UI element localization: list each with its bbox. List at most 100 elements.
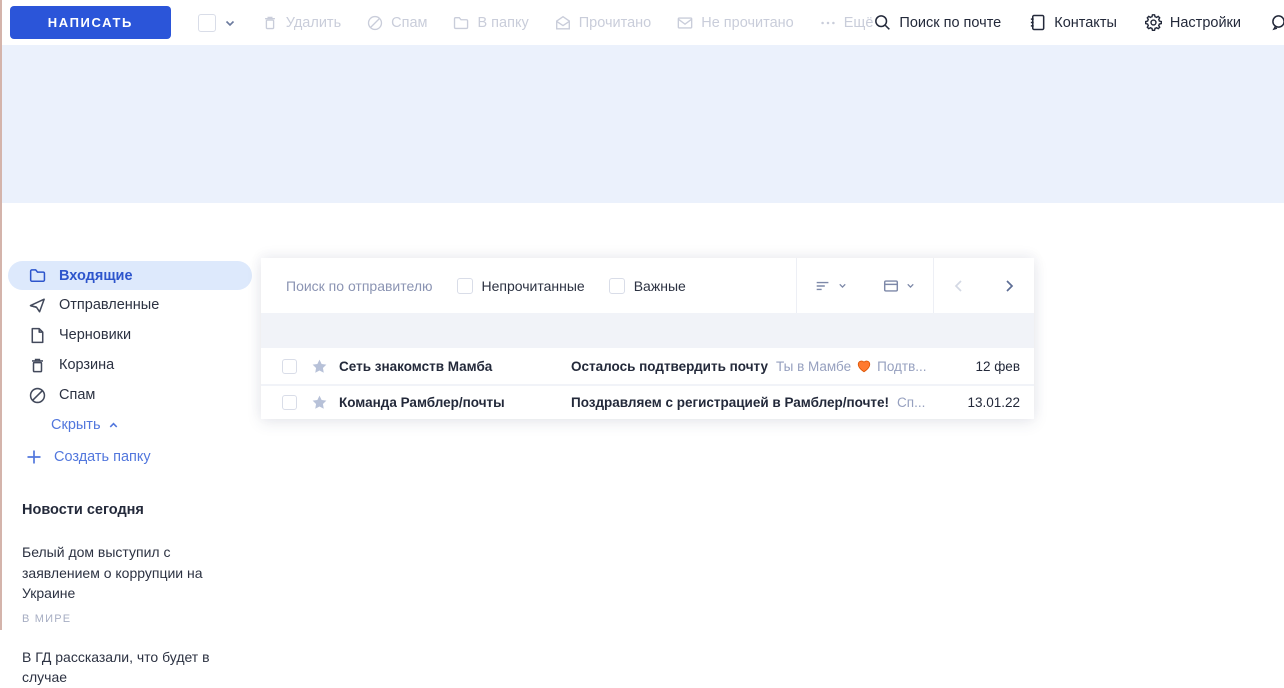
select-all-control[interactable]	[197, 13, 237, 32]
news-headline[interactable]: В ГД рассказали, что будет в случае	[22, 647, 242, 688]
important-checkbox[interactable]	[608, 277, 625, 294]
sidebar-item-label: Черновики	[59, 327, 132, 343]
heart-icon	[856, 358, 872, 374]
mark-unread-button[interactable]: Не прочитано	[676, 14, 794, 32]
view-layout-button[interactable]	[865, 258, 933, 313]
prev-page-button[interactable]	[934, 258, 984, 313]
news-headline[interactable]: Белый дом выступил с заявлением о корруп…	[22, 542, 242, 604]
hide-folders-link[interactable]: Скрыть	[0, 410, 260, 440]
list-controls	[796, 258, 1034, 313]
mail-list-panel: Поиск по отправителю Непрочитанные Важны…	[261, 258, 1034, 419]
filter-important[interactable]: Важные	[608, 277, 686, 294]
contacts-button[interactable]: Контакты	[1028, 13, 1117, 32]
chevron-left-icon	[951, 278, 967, 294]
hints-button[interactable]	[1268, 12, 1284, 34]
create-folder-button[interactable]: Создать папку	[0, 442, 260, 472]
folder-icon	[452, 14, 470, 32]
news-item[interactable]: В ГД рассказали, что будет в случае	[22, 647, 260, 688]
news-title: Новости сегодня	[22, 502, 144, 518]
snippet-text: Ты в Мамбе	[775, 358, 852, 374]
collapsed-banner-row	[261, 313, 1034, 348]
more-button[interactable]: Ещё	[819, 14, 873, 32]
mail-filter-bar: Поиск по отправителю Непрочитанные Важны…	[261, 258, 1034, 313]
trash-icon	[28, 356, 47, 375]
email-subject: Поздравляем с регистрацией в Рамблер/поч…	[571, 395, 890, 410]
sidebar-item-label: Входящие	[59, 267, 133, 284]
envelope-open-icon	[554, 14, 572, 32]
mark-read-button[interactable]: Прочитано	[554, 14, 652, 32]
important-label: Важные	[633, 277, 686, 294]
envelope-closed-icon	[676, 14, 694, 32]
search-mail-button[interactable]: Поиск по почте	[873, 13, 1001, 32]
search-mail-label: Поиск по почте	[899, 14, 1002, 31]
toolbar-actions: Удалить Спам В папку Прочитано Не прочит…	[261, 14, 873, 32]
sidebar-item-label: Отправленные	[59, 297, 160, 313]
email-checkbox-wrap[interactable]	[282, 395, 297, 410]
mark-unread-label: Не прочитано	[701, 14, 794, 31]
mark-read-label: Прочитано	[578, 14, 652, 31]
plus-icon	[24, 447, 44, 467]
email-summary: Осталось подтвердить почту Ты в Мамбе По…	[571, 358, 963, 374]
sidebar-item-drafts[interactable]: Черновики	[0, 320, 260, 350]
search-by-sender-field[interactable]: Поиск по отправителю	[286, 278, 433, 294]
select-all-checkbox[interactable]	[197, 13, 216, 32]
delete-label: Удалить	[285, 14, 342, 31]
gear-icon	[1144, 13, 1163, 32]
email-date: 13.01.22	[967, 395, 1020, 410]
email-subject: Осталось подтвердить почту	[571, 358, 768, 374]
folder-icon	[28, 266, 47, 285]
news-widget: Новости сегодня Белый дом выступил с зая…	[0, 502, 260, 688]
move-to-folder-button[interactable]: В папку	[452, 14, 529, 32]
move-to-folder-label: В папку	[477, 14, 529, 31]
snippet-text: Сп...	[897, 395, 926, 410]
folder-sidebar: Входящие Отправленные Черновики Корзина …	[0, 258, 260, 688]
contacts-icon	[1028, 13, 1047, 32]
star-icon[interactable]	[311, 394, 328, 411]
spam-icon	[28, 386, 47, 405]
sidebar-item-spam[interactable]: Спам	[0, 380, 260, 410]
snippet-text: Подтв...	[877, 358, 927, 374]
email-checkbox[interactable]	[282, 358, 297, 374]
hide-folders-label: Скрыть	[51, 417, 101, 433]
filter-unread[interactable]: Непрочитанные	[456, 277, 585, 294]
email-snippet: Сп...	[897, 395, 925, 410]
sidebar-item-sent[interactable]: Отправленные	[0, 290, 260, 320]
email-row[interactable]: Сеть знакомств Мамба Осталось подтвердит…	[261, 348, 1034, 384]
top-toolbar: НАПИСАТЬ Удалить Спам В папку Прочитано …	[0, 0, 1284, 45]
settings-button[interactable]: Настройки	[1144, 13, 1241, 32]
sort-button[interactable]	[797, 258, 865, 313]
email-checkbox-wrap[interactable]	[282, 358, 297, 374]
delete-button[interactable]: Удалить	[261, 14, 341, 32]
spam-icon	[366, 14, 384, 32]
spam-button[interactable]: Спам	[366, 14, 427, 32]
unread-label: Непрочитанные	[481, 277, 585, 294]
promo-banner	[0, 45, 1284, 203]
email-date: 12 фев	[975, 358, 1020, 374]
sidebar-item-label: Корзина	[59, 357, 115, 373]
chevron-down-icon	[837, 280, 848, 291]
chevron-right-icon	[1001, 278, 1017, 294]
lightbulb-icon	[1268, 12, 1284, 34]
news-item[interactable]: Белый дом выступил с заявлением о корруп…	[22, 542, 260, 625]
email-row[interactable]: Команда Рамблер/почты Поздравляем с реги…	[261, 384, 1034, 419]
create-folder-label: Создать папку	[54, 449, 151, 465]
star-icon[interactable]	[311, 358, 328, 375]
search-icon	[873, 13, 892, 32]
compose-button[interactable]: НАПИСАТЬ	[10, 6, 171, 39]
email-snippet: Ты в Мамбе Подтв...	[776, 358, 927, 374]
sort-lines-icon	[814, 277, 832, 295]
email-checkbox[interactable]	[282, 395, 297, 410]
chevron-down-icon[interactable]	[223, 16, 237, 30]
next-page-button[interactable]	[984, 258, 1034, 313]
trash-icon	[261, 14, 279, 32]
contacts-label: Контакты	[1054, 14, 1117, 31]
unread-checkbox[interactable]	[456, 277, 473, 294]
sidebar-item-inbox[interactable]: Входящие	[8, 261, 252, 290]
spam-label: Спам	[391, 14, 428, 31]
email-sender: Команда Рамблер/почты	[339, 395, 505, 410]
settings-label: Настройки	[1169, 14, 1241, 31]
sidebar-item-trash[interactable]: Корзина	[0, 350, 260, 380]
news-category: В МИРЕ	[22, 612, 72, 625]
sidebar-item-label: Спам	[59, 387, 96, 403]
draft-icon	[28, 326, 47, 345]
